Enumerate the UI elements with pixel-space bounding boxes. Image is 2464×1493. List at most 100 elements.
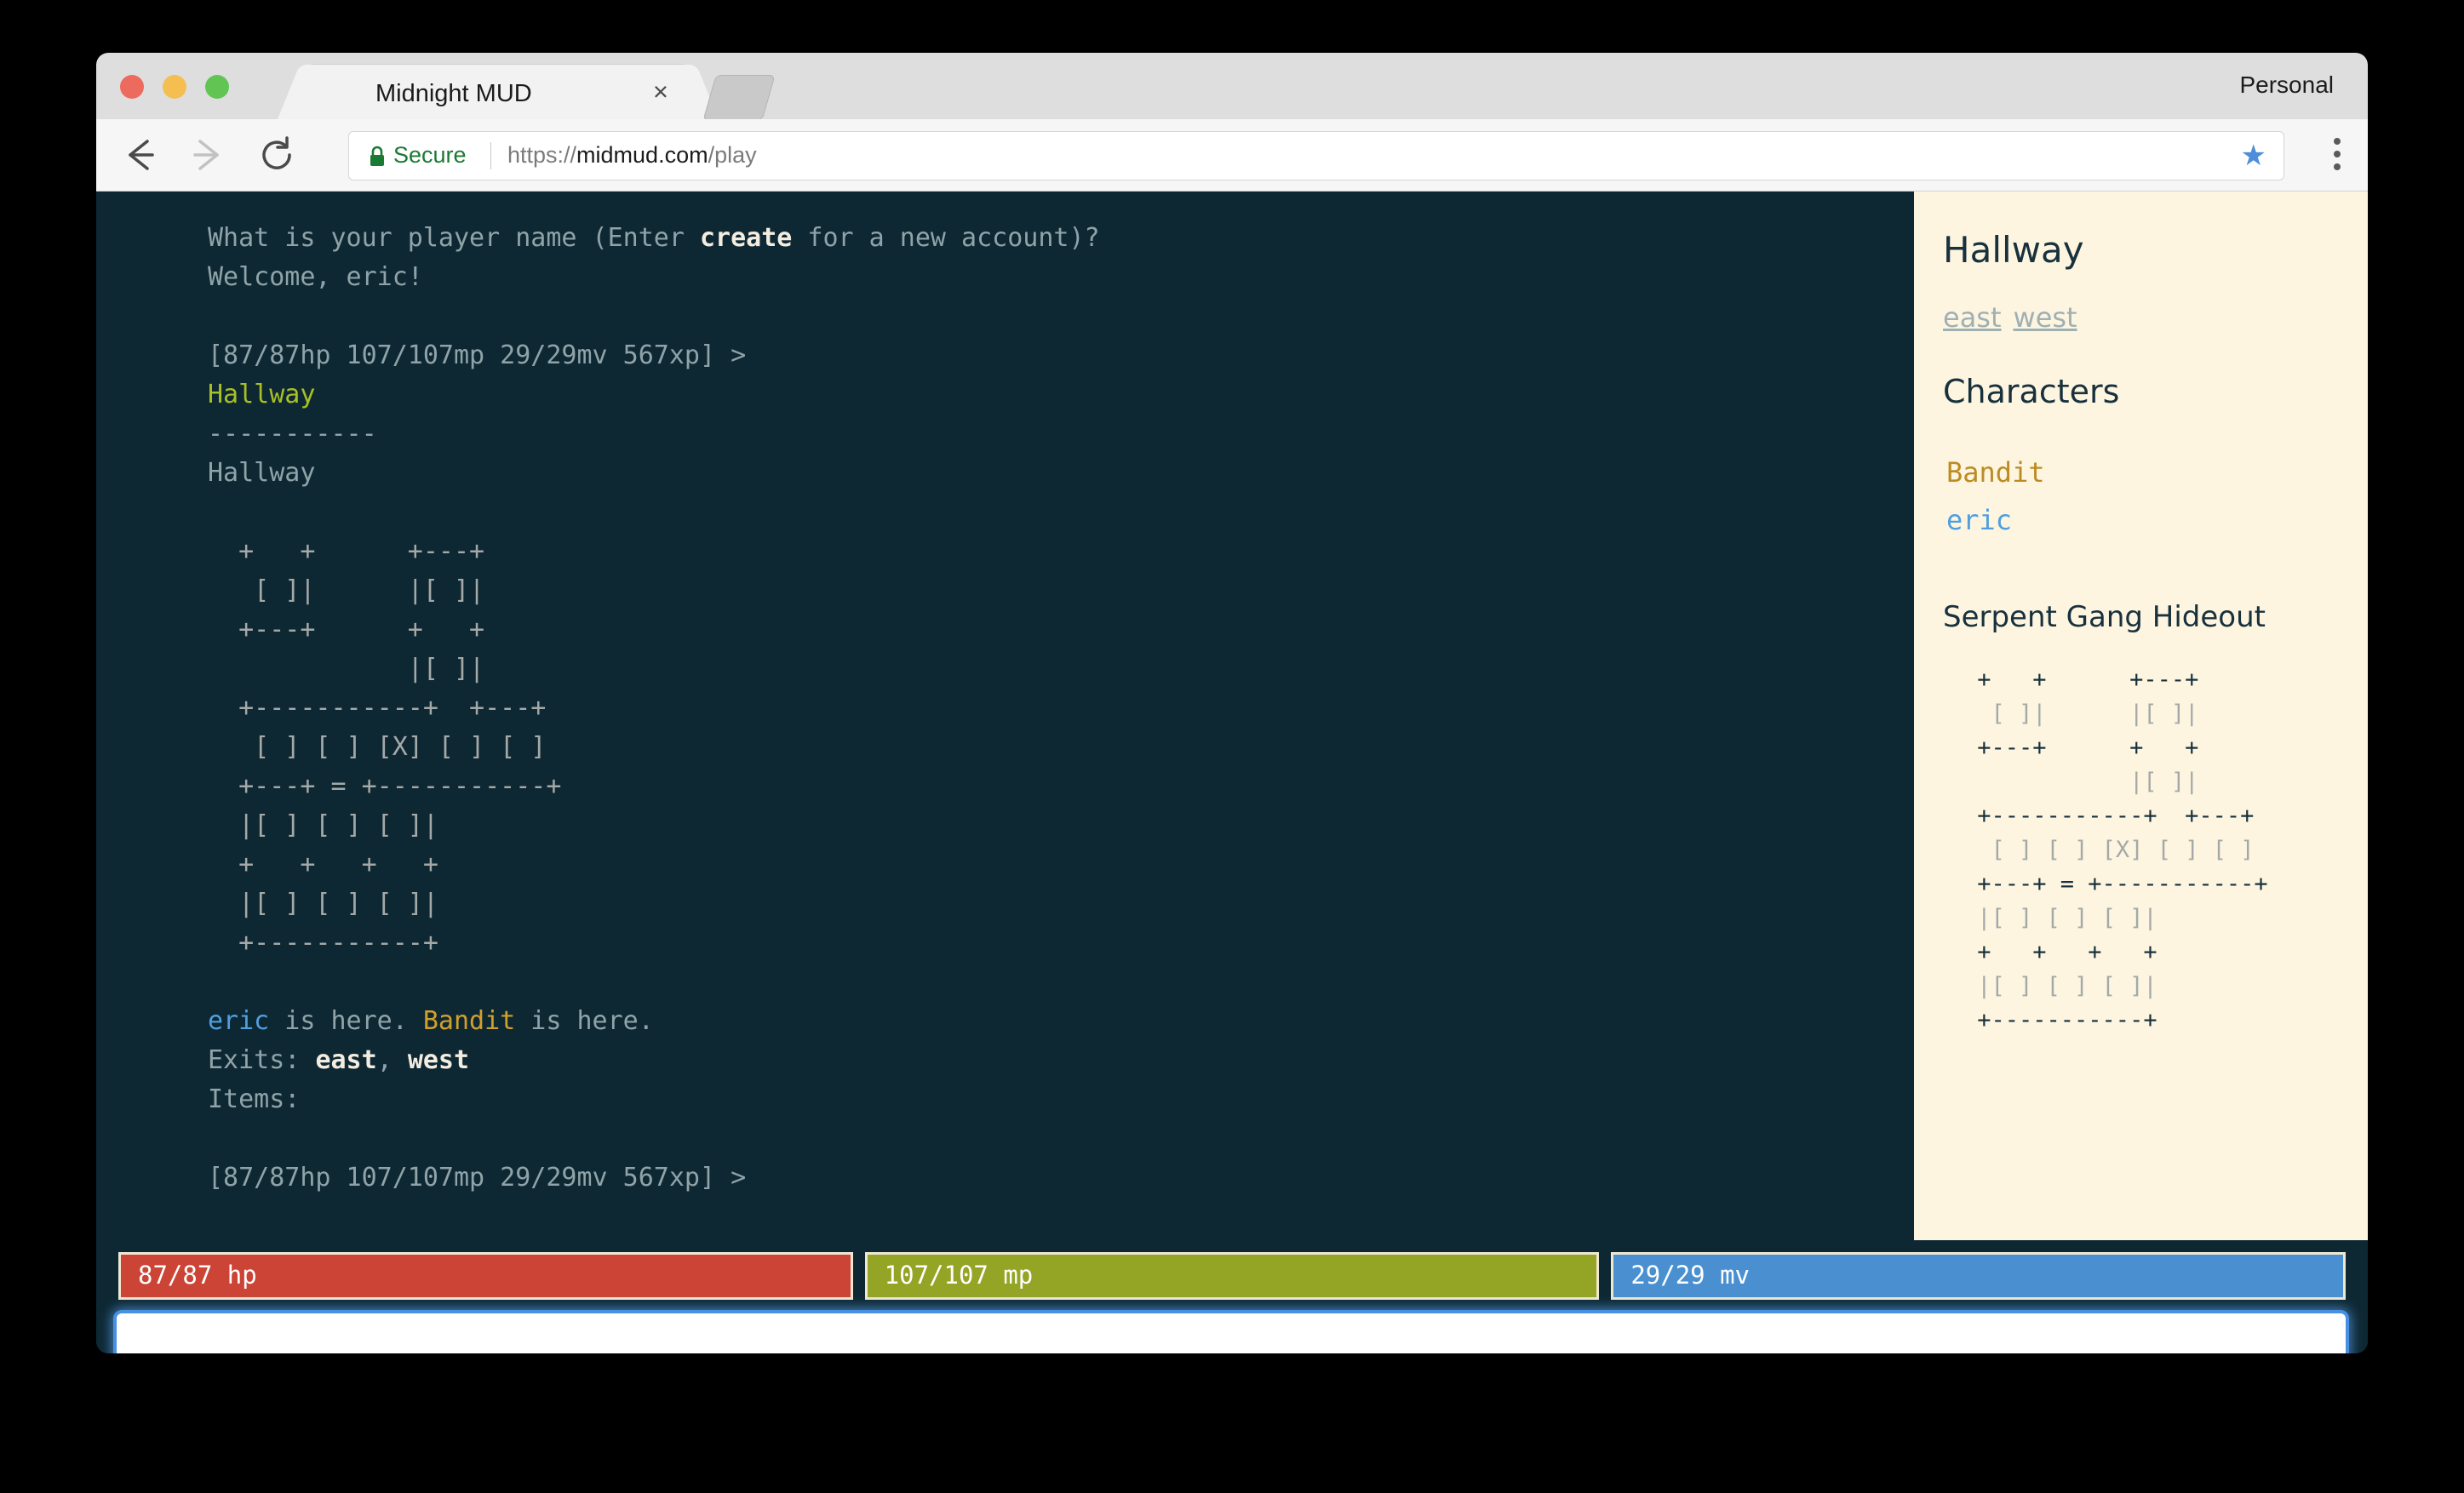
- terminal-segment: +-----------+ +---+: [208, 693, 547, 723]
- sidebar-area-map: + + +---+ [ ]| |[ ]| +---+ + + |[ ]| +--…: [1914, 638, 2368, 1038]
- terminal-segment: ,: [376, 1045, 408, 1075]
- sidebar-map-segment: [1963, 905, 1977, 931]
- sidebar-map-segment: [: [1991, 837, 2005, 863]
- sidebar-map-segment: [: [2046, 837, 2060, 863]
- close-icon[interactable]: ×: [653, 78, 668, 106]
- terminal-segment: Hallway: [208, 380, 316, 409]
- bookmark-star-icon[interactable]: ★: [2241, 141, 2266, 170]
- terminal-line: +-----------+ +---+: [208, 689, 1914, 728]
- sidebar-map-segment: ]|: [2170, 701, 2199, 727]
- sidebar-map-line: +---+ = +-----------+: [1963, 867, 2368, 901]
- browser-menu-icon[interactable]: [2334, 138, 2342, 176]
- sidebar-map-segment: ]|: [2019, 701, 2047, 727]
- sidebar-map-segment: [2005, 701, 2019, 727]
- sidebar-map-segment: [: [2101, 973, 2116, 999]
- terminal-segment: Exits:: [208, 1045, 316, 1075]
- terminal-segment: Hallway: [208, 458, 316, 488]
- maximize-window-button[interactable]: [205, 75, 229, 99]
- sidebar-exit-west[interactable]: west: [2014, 301, 2077, 334]
- terminal-segment: Items:: [208, 1084, 301, 1114]
- terminal-output: What is your player name (Enter create f…: [110, 219, 1914, 1198]
- terminal-segment: Bandit: [422, 1006, 516, 1036]
- sidebar-map-segment: ]: [2074, 905, 2089, 931]
- minimize-window-button[interactable]: [163, 75, 186, 99]
- sidebar-map-segment: [2157, 701, 2171, 727]
- terminal-line: +---+ = +-----------+: [208, 767, 1914, 806]
- sidebar-map-segment: [: [2157, 837, 2171, 863]
- sidebar-map-segment: +-----------+: [1963, 1007, 2157, 1033]
- sidebar-map-segment: |[: [2129, 701, 2157, 727]
- sidebar-map-line: + + + +: [1963, 935, 2368, 970]
- new-tab-button[interactable]: [702, 75, 776, 121]
- forward-arrow-icon[interactable]: [185, 133, 229, 177]
- terminal-line: [87/87hp 107/107mp 29/29mv 567xp] >: [208, 1158, 1914, 1198]
- sidebar-map-segment: [2047, 701, 2130, 727]
- sidebar-map-segment: [1963, 837, 1991, 863]
- sidebar-map-segment: [: [2212, 837, 2227, 863]
- command-input-wrapper[interactable]: [117, 1313, 2346, 1353]
- sidebar-exit-east[interactable]: east: [1943, 301, 2002, 334]
- sidebar-map-segment: + + +---+: [1963, 666, 2199, 693]
- command-input[interactable]: [117, 1313, 2346, 1353]
- sidebar-character-eric[interactable]: eric: [1946, 496, 2368, 544]
- close-window-button[interactable]: [120, 75, 144, 99]
- terminal-segment: [ ] [ ] [X] [ ] [ ]: [208, 732, 547, 762]
- terminal-segment: |[ ] [ ] [ ]|: [208, 810, 438, 840]
- sidebar-map-segment: ]: [2074, 837, 2089, 863]
- terminal-line: [ ] [ ] [X] [ ] [ ]: [208, 728, 1914, 767]
- sidebar-map-line: +---+ + +: [1963, 731, 2368, 765]
- sidebar-map-segment: [: [1991, 701, 2005, 727]
- url-text: https://midmud.com/play: [507, 142, 757, 169]
- sidebar-characters-heading: Characters: [1943, 373, 2120, 410]
- lock-icon: [368, 145, 387, 172]
- window-controls: [120, 75, 229, 99]
- sidebar-map-line: |[ ]|: [1963, 765, 2368, 799]
- sidebar-map-line: +-----------+ +---+: [1963, 799, 2368, 833]
- sidebar-map-segment: +-----------+ +---+: [1963, 803, 2255, 829]
- sidebar-map-segment: [2198, 837, 2212, 863]
- terminal-segment: + + + +: [208, 849, 438, 879]
- sidebar-map-line: + + +---+: [1963, 663, 2368, 697]
- profile-label[interactable]: Personal: [2239, 72, 2334, 99]
- terminal-segment: [87/87hp 107/107mp 29/29mv 567xp] >: [208, 1163, 747, 1193]
- address-bar[interactable]: Secure https://midmud.com/play ★: [348, 131, 2284, 180]
- sidebar-map-segment: [2060, 973, 2074, 999]
- terminal-line: Exits: east, west: [208, 1041, 1914, 1080]
- terminal-segment: + + +---+: [208, 536, 485, 566]
- mv-bar: 29/29 mv: [1611, 1252, 2347, 1300]
- terminal-segment: for a new account)?: [792, 223, 1100, 253]
- sidebar-character-bandit[interactable]: Bandit: [1946, 449, 2368, 496]
- terminal-segment: [87/87hp 107/107mp 29/29mv 567xp] >: [208, 340, 747, 370]
- sidebar-map-segment: +---+ = +-----------+: [1963, 871, 2268, 897]
- terminal-line: Welcome, eric!: [208, 258, 1914, 297]
- page-body: What is your player name (Enter create f…: [96, 192, 2368, 1353]
- terminal-segment: |[ ]|: [208, 654, 485, 684]
- hp-bar-label: 87/87 hp: [138, 1261, 257, 1290]
- sidebar-map-segment: [2032, 973, 2046, 999]
- sidebar-map-segment: ]|: [2129, 973, 2157, 999]
- sidebar-map-line: |[ ] [ ] [ ]|: [1963, 970, 2368, 1004]
- terminal-line: |[ ]|: [208, 649, 1914, 689]
- url-scheme: https://: [507, 142, 577, 168]
- sidebar-character-list: Bandit eric: [1914, 415, 2368, 544]
- status-bars: 87/87 hp 107/107 mp 29/29 mv: [96, 1240, 2368, 1305]
- sidebar-map-segment: [2226, 837, 2240, 863]
- terminal-segment: +---+ + +: [208, 615, 485, 644]
- sidebar-room-title: Hallway: [1943, 229, 2084, 271]
- tab-strip: Midnight MUD × Personal: [96, 53, 2368, 121]
- reload-icon[interactable]: [255, 133, 299, 177]
- sidebar-map-segment: [2088, 905, 2101, 931]
- sidebar-map-segment: [2005, 837, 2019, 863]
- terminal-line: Hallway: [208, 454, 1914, 493]
- room-sidebar: Hallway east west Characters Bandit eric S…: [1914, 192, 2368, 1240]
- mp-bar-label: 107/107 mp: [884, 1261, 1034, 1290]
- browser-tab-midnight-mud[interactable]: Midnight MUD ×: [306, 65, 690, 119]
- sidebar-map-segment: [2032, 837, 2046, 863]
- terminal-segment: Welcome, eric!: [208, 262, 423, 292]
- url-host: midmud.com: [576, 142, 708, 168]
- sidebar-map-line: [ ]| |[ ]|: [1963, 697, 2368, 731]
- terminal-line: What is your player name (Enter create f…: [208, 219, 1914, 258]
- back-arrow-icon[interactable]: [118, 133, 163, 177]
